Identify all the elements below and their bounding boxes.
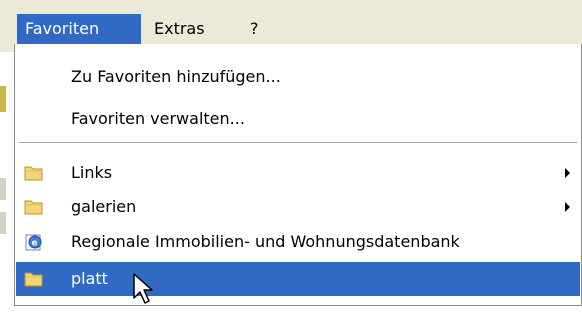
menu-help[interactable]: ? [242,14,272,44]
background-window-bottom [14,306,582,326]
background-toolbar-fragment [0,178,6,200]
menu-item-platt[interactable]: platt [16,262,580,296]
menu-item-manage-favorites[interactable]: Favoriten verwalten... [16,102,580,136]
menu-item-label: Links [71,163,113,182]
folder-icon [24,272,43,287]
folder-icon [24,200,43,215]
menu-extras[interactable]: Extras [146,14,226,44]
favorites-dropdown: Zu Favoriten hinzufügen... Favoriten ver… [14,44,582,306]
menu-item-label: Regionale Immobilien- und Wohnungsdatenb… [71,232,460,251]
background-toolbar-fragment [0,212,6,234]
menu-item-label: Zu Favoriten hinzufügen... [71,67,281,86]
folder-icon [24,166,43,181]
menu-item-links[interactable]: Links [16,156,580,190]
menu-item-label: Favoriten verwalten... [71,109,245,128]
menu-item-galerien[interactable]: galerien [16,190,580,224]
menu-favoriten[interactable]: Favoriten [17,14,141,44]
menu-item-label: platt [71,269,108,288]
menu-item-regionale-immobilien[interactable]: e Regionale Immobilien- und Wohnungsdate… [16,225,580,259]
menu-separator [19,142,577,144]
submenu-arrow-icon [565,168,570,178]
submenu-arrow-icon [565,202,570,212]
menu-item-add-favorite[interactable]: Zu Favoriten hinzufügen... [16,60,580,94]
ie-link-icon: e [25,234,42,251]
mouse-cursor-icon [133,273,153,304]
background-toolbar-fragment [0,86,6,112]
svg-text:e: e [32,239,38,249]
menu-item-label: galerien [71,197,137,216]
